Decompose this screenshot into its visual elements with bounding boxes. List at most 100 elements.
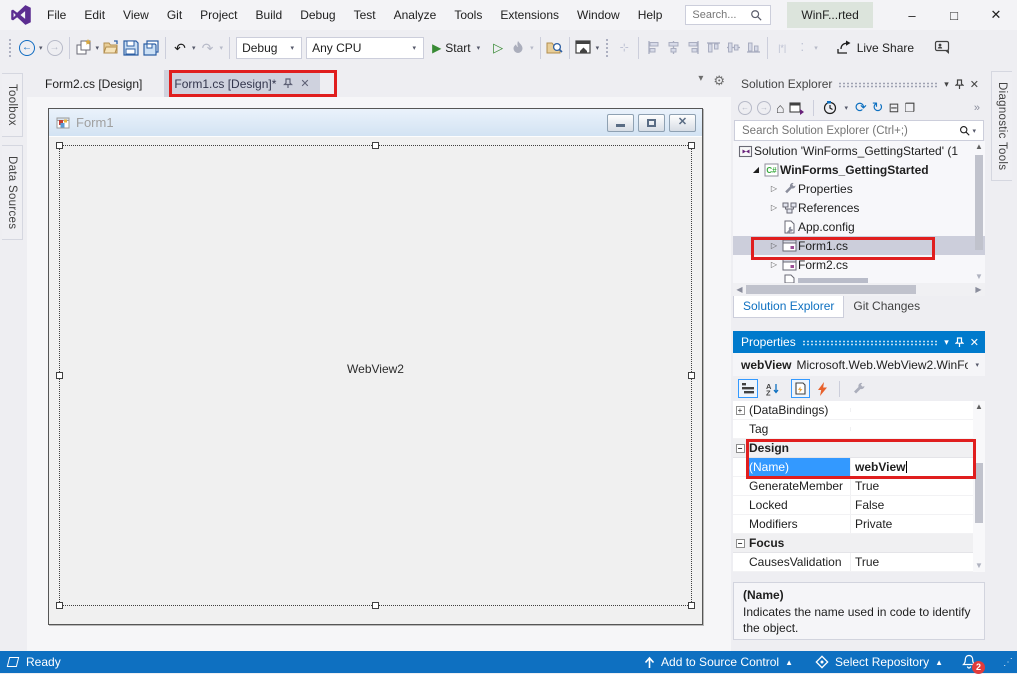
- pin-icon[interactable]: [955, 337, 964, 348]
- form-close-button[interactable]: ✕: [669, 114, 696, 132]
- pin-icon[interactable]: [283, 78, 293, 89]
- save-all-button[interactable]: [141, 36, 161, 60]
- tree-item-form2[interactable]: ▷ Form2.cs: [733, 255, 985, 274]
- selection-handle[interactable]: [688, 602, 695, 609]
- filter-dropdown[interactable]: ▾: [842, 104, 850, 112]
- hot-reload-button[interactable]: [508, 36, 528, 60]
- pending-changes-filter-icon[interactable]: [823, 101, 837, 115]
- designer-canvas[interactable]: Form1 ✕: [27, 97, 731, 651]
- preview-window-dropdown[interactable]: ▾: [594, 44, 602, 52]
- solution-explorer-header[interactable]: Solution Explorer ▾ ✕: [733, 73, 985, 95]
- hot-reload-dropdown[interactable]: ▾: [528, 44, 536, 52]
- tab-form2-design[interactable]: Form2.cs [Design]: [35, 70, 152, 97]
- new-project-button[interactable]: [74, 36, 94, 60]
- align-rights-button[interactable]: [683, 36, 703, 60]
- properties-object-combo[interactable]: webView Microsoft.Web.WebView2.WinFo ▾: [733, 353, 985, 376]
- scroll-down-arrow[interactable]: ▼: [973, 271, 985, 283]
- resize-grip[interactable]: ⋰: [1003, 657, 1013, 668]
- menu-debug[interactable]: Debug: [291, 3, 344, 27]
- save-button[interactable]: [121, 36, 141, 60]
- webview2-control-selection[interactable]: WebView2: [59, 145, 692, 606]
- property-value[interactable]: [850, 427, 973, 431]
- new-project-dropdown[interactable]: ▾: [94, 44, 102, 52]
- tab-list-dropdown[interactable]: ▾: [698, 73, 703, 89]
- menu-view[interactable]: View: [114, 3, 158, 27]
- menu-analyze[interactable]: Analyze: [385, 3, 446, 27]
- property-value[interactable]: True: [850, 477, 973, 495]
- properties-view-button[interactable]: [791, 379, 810, 398]
- solution-explorer-search-input[interactable]: [740, 124, 959, 138]
- events-button[interactable]: [814, 379, 831, 399]
- scroll-left-arrow[interactable]: ◀: [733, 283, 746, 296]
- form-maximize-button[interactable]: [638, 114, 665, 132]
- menu-help[interactable]: Help: [629, 3, 672, 27]
- window-close-button[interactable]: ✕: [975, 0, 1017, 30]
- collapse-all-icon[interactable]: ⊟: [888, 100, 899, 116]
- properties-vertical-scrollbar[interactable]: ▲ ▼: [973, 401, 985, 572]
- expander-icon[interactable]: ▷: [767, 203, 781, 212]
- align-middles-button[interactable]: [723, 36, 743, 60]
- live-share-button[interactable]: Live Share: [830, 36, 920, 60]
- tree-item-solution[interactable]: Solution 'WinForms_GettingStarted' (1: [733, 141, 985, 160]
- home-icon[interactable]: ⌂: [776, 100, 784, 116]
- property-row-tag[interactable]: Tag: [733, 420, 985, 439]
- expander-icon[interactable]: ▷: [767, 260, 781, 269]
- toolbox-tab[interactable]: Toolbox: [2, 73, 23, 137]
- data-sources-tab[interactable]: Data Sources: [2, 145, 23, 240]
- notifications-button[interactable]: 2: [961, 652, 981, 672]
- se-forward-icon[interactable]: →: [757, 101, 771, 115]
- property-value[interactable]: [850, 408, 973, 412]
- menu-git[interactable]: Git: [158, 3, 191, 27]
- show-all-files-icon[interactable]: ❐: [904, 101, 915, 115]
- sync-with-active-document-icon[interactable]: ⟳: [855, 99, 867, 116]
- close-icon[interactable]: ✕: [300, 77, 309, 90]
- feedback-button[interactable]: [932, 36, 952, 60]
- close-icon[interactable]: ✕: [970, 78, 979, 91]
- tree-vertical-scrollbar[interactable]: ▲ ▼: [973, 141, 985, 283]
- scroll-right-arrow[interactable]: ▶: [972, 283, 985, 296]
- panel-drag-grip[interactable]: [802, 340, 939, 346]
- select-repository-button[interactable]: Select Repository ▲: [811, 651, 947, 673]
- diagnostic-tools-tab[interactable]: Diagnostic Tools: [991, 71, 1012, 181]
- designer-toolbar-grip[interactable]: [605, 38, 610, 58]
- tree-item-properties[interactable]: ▷ Properties: [733, 179, 985, 198]
- scroll-down-arrow[interactable]: ▼: [973, 560, 985, 572]
- open-file-button[interactable]: [101, 36, 121, 60]
- pin-icon[interactable]: [955, 79, 964, 90]
- menu-build[interactable]: Build: [247, 3, 292, 27]
- property-row-name[interactable]: (Name) webView: [733, 458, 985, 477]
- tree-item-form1[interactable]: ▷ Form1.cs: [733, 236, 985, 255]
- designed-form-titlebar[interactable]: Form1 ✕: [49, 109, 702, 137]
- back-dropdown[interactable]: ▾: [37, 44, 45, 52]
- start-without-debugging-button[interactable]: ▷: [488, 36, 508, 60]
- scroll-thumb[interactable]: [746, 285, 916, 294]
- scroll-thumb[interactable]: [975, 155, 983, 250]
- panel-drag-grip[interactable]: [838, 82, 938, 88]
- quick-search-box[interactable]: [685, 5, 771, 25]
- tree-item-clipped[interactable]: [733, 274, 985, 283]
- expander-icon[interactable]: ▷: [767, 184, 781, 193]
- search-options-dropdown[interactable]: ▾: [970, 127, 978, 135]
- navigate-forward-button[interactable]: →: [45, 36, 65, 60]
- close-icon[interactable]: ✕: [970, 336, 979, 349]
- scroll-up-arrow[interactable]: ▲: [973, 141, 985, 153]
- expand-plus-icon[interactable]: +: [736, 406, 745, 415]
- window-minimize-button[interactable]: –: [891, 0, 933, 30]
- scroll-up-arrow[interactable]: ▲: [973, 401, 985, 413]
- snap-to-grid-button[interactable]: ⊹: [614, 36, 634, 60]
- properties-header[interactable]: Properties ▾ ✕: [733, 331, 985, 353]
- quick-search-input[interactable]: [690, 8, 750, 22]
- form-client-area[interactable]: WebView2: [49, 137, 702, 624]
- find-in-files-button[interactable]: [545, 36, 565, 60]
- collapse-minus-icon[interactable]: −: [736, 539, 745, 548]
- menu-edit[interactable]: Edit: [75, 3, 114, 27]
- menu-extensions[interactable]: Extensions: [491, 3, 568, 27]
- tab-form1-design[interactable]: Form1.cs [Design]* ✕: [164, 70, 319, 97]
- categorized-button[interactable]: [738, 379, 758, 398]
- menu-window[interactable]: Window: [568, 3, 629, 27]
- tree-item-appconfig[interactable]: App.config: [733, 217, 985, 236]
- menu-project[interactable]: Project: [191, 3, 246, 27]
- undo-button[interactable]: ↶: [170, 36, 190, 60]
- property-category-focus[interactable]: − Focus: [733, 534, 985, 553]
- switch-views-icon[interactable]: [789, 101, 804, 115]
